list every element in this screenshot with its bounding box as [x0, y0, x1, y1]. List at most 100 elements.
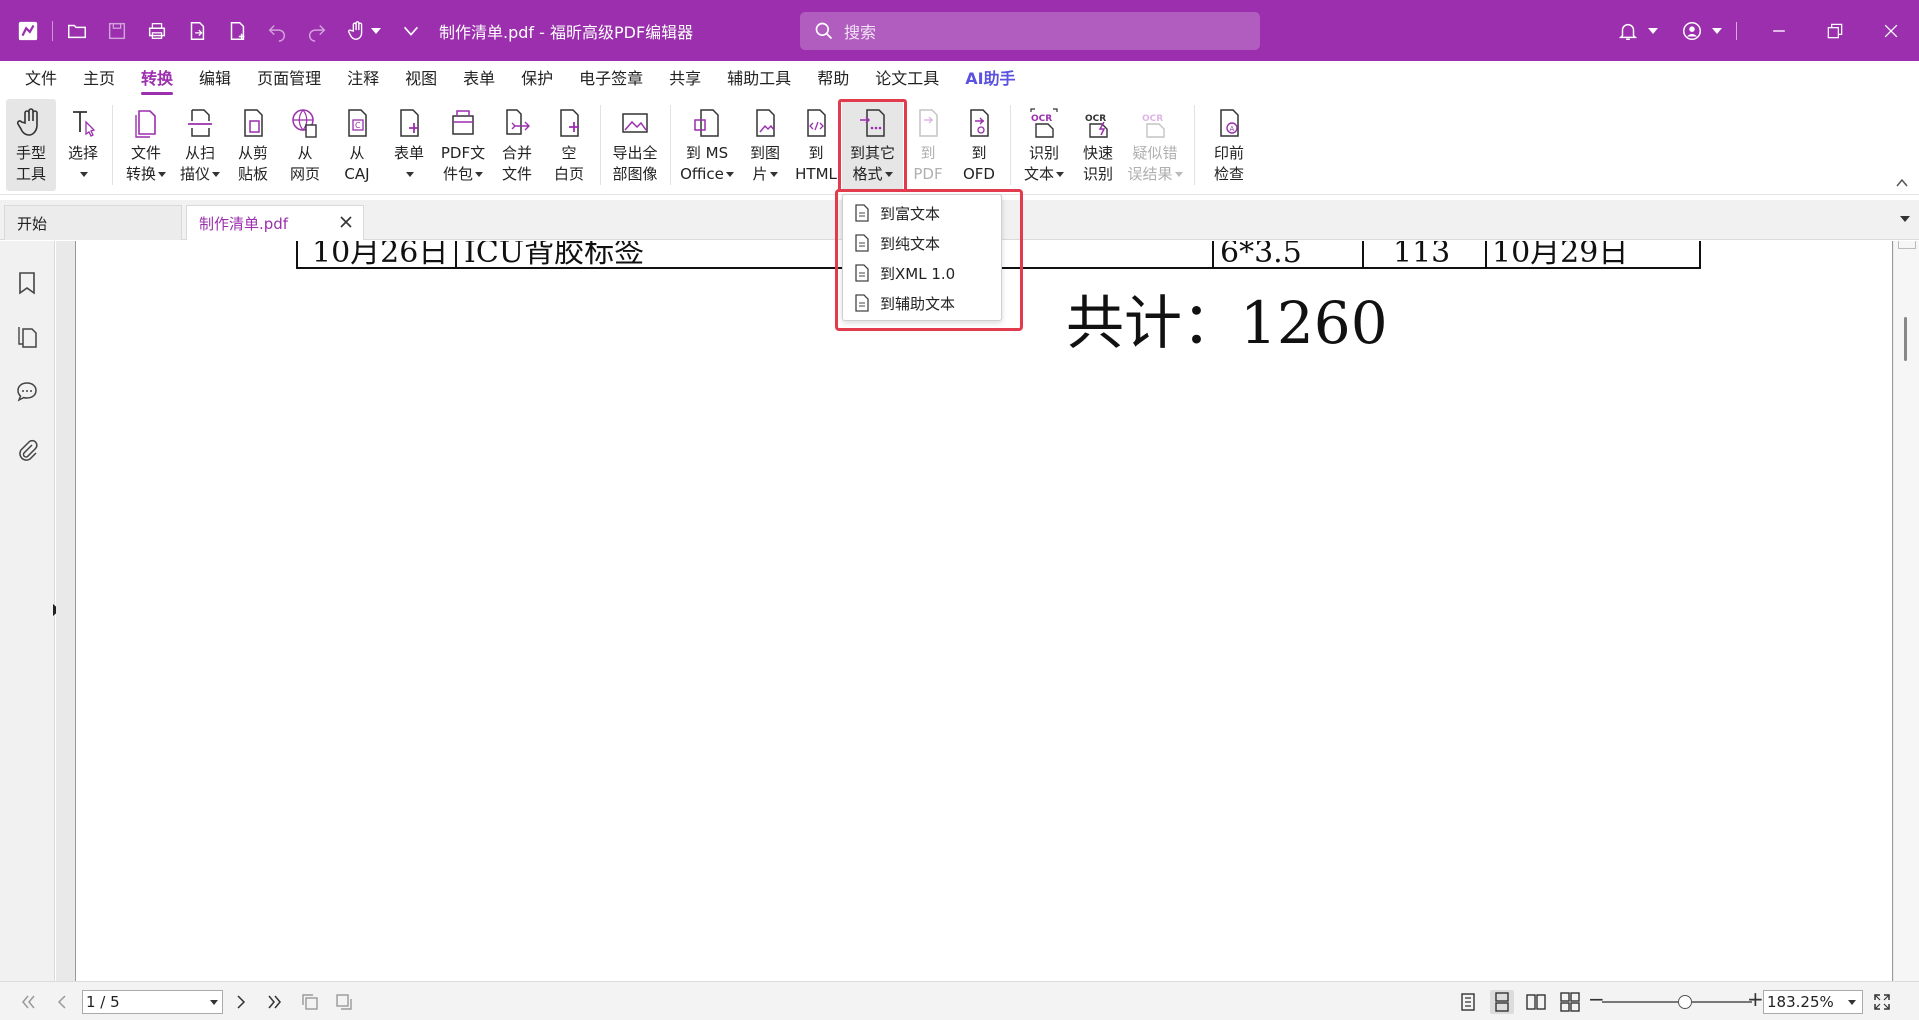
menu-accessibility[interactable]: 辅助工具 [718, 61, 800, 97]
scrollbar-top-cap [1898, 241, 1916, 249]
next-page-icon[interactable] [229, 990, 253, 1014]
menu-view[interactable]: 视图 [396, 61, 446, 97]
from-web-button[interactable]: 从 网页 [282, 99, 328, 191]
ocr-text-label-2: 文本 [1023, 165, 1054, 183]
form-caret-icon [406, 172, 414, 177]
zoom-out-icon[interactable]: − [1588, 987, 1605, 1011]
tab-list-chevron-down-icon[interactable] [1899, 214, 1911, 224]
highlight-box-dropdown [835, 189, 1023, 331]
print-icon[interactable] [137, 11, 177, 51]
save-icon[interactable] [97, 11, 137, 51]
export-images-button[interactable]: 导出全 部图像 [606, 99, 664, 191]
new-icon[interactable] [217, 11, 257, 51]
menu-ai-assistant[interactable]: AI助手 [956, 61, 1024, 97]
continuous-view-icon[interactable] [1490, 990, 1514, 1014]
redo-icon[interactable] [297, 11, 337, 51]
menu-home[interactable]: 主页 [74, 61, 124, 97]
zoom-dropdown-icon[interactable] [1848, 1000, 1856, 1005]
close-tab-icon[interactable] [337, 213, 355, 231]
single-page-view-icon[interactable] [1456, 990, 1480, 1014]
quick-ocr-button[interactable]: OCR 快速 识别 [1074, 99, 1122, 191]
customize-toolbar-icon[interactable] [391, 11, 431, 51]
pdf-package-button[interactable]: PDF文 件包 [436, 99, 490, 191]
from-scanner-button[interactable]: 从扫 描仪 [174, 99, 226, 191]
menu-edit[interactable]: 编辑 [190, 61, 240, 97]
scanner-icon [182, 103, 218, 143]
account-caret-icon[interactable] [1712, 27, 1722, 34]
open-icon[interactable] [57, 11, 97, 51]
pages-icon[interactable] [13, 323, 41, 351]
merge-files-button[interactable]: 合并 文件 [492, 99, 542, 191]
first-page-icon[interactable] [16, 990, 40, 1014]
ocr-text-button[interactable]: OCR 识别 文本 [1018, 99, 1070, 191]
comments-icon[interactable] [13, 378, 41, 406]
two-page-continuous-view-icon[interactable] [1558, 990, 1582, 1014]
document-canvas[interactable]: 10月26日 ICU背胶标签 6*3.5 113 10月29日 共计：1260 [56, 241, 1894, 981]
blank-page-button[interactable]: 空 白页 [546, 99, 592, 191]
to-ms-office-button[interactable]: 到 MS Office [678, 99, 736, 191]
svg-text:OCR: OCR [1142, 114, 1163, 124]
menu-comment[interactable]: 注释 [338, 61, 388, 97]
file-convert-button[interactable]: 文件 转换 [120, 99, 172, 191]
notification-caret-icon[interactable] [1648, 27, 1658, 34]
menu-convert[interactable]: 转换 [132, 61, 182, 97]
select-button[interactable]: 选择 [60, 99, 106, 191]
account-icon[interactable] [1672, 11, 1712, 51]
form-button[interactable]: 表单 [386, 99, 432, 191]
previous-page-icon[interactable] [50, 990, 74, 1014]
menu-e-signature[interactable]: 电子签章 [570, 61, 652, 97]
menu-help[interactable]: 帮助 [808, 61, 858, 97]
scrollbar-thumb[interactable] [1904, 317, 1907, 361]
page-number-input[interactable]: 1 / 5 [82, 990, 223, 1014]
to-image-button[interactable]: 到图 片 [742, 99, 788, 191]
to-ofd-button[interactable]: 到 OFD [956, 99, 1002, 191]
suspect-errors-button[interactable]: OCR 疑似错 误结果 [1126, 99, 1184, 191]
close-icon[interactable] [1863, 0, 1919, 61]
zoom-in-icon[interactable]: + [1747, 987, 1764, 1011]
next-view-icon[interactable] [332, 990, 356, 1014]
menu-page-manage[interactable]: 页面管理 [248, 61, 330, 97]
menu-form[interactable]: 表单 [454, 61, 504, 97]
page-dropdown-icon[interactable] [210, 1000, 218, 1005]
ms-office-icon [689, 103, 725, 143]
app-logo-icon[interactable] [8, 11, 48, 51]
globe-icon [287, 103, 323, 143]
to-ms-office-label-2: Office [680, 165, 724, 183]
caj-icon: C [339, 103, 375, 143]
tab-start[interactable]: 开始 [4, 205, 182, 240]
preflight-button[interactable]: A 印前 检查 [1204, 99, 1254, 191]
hand-mode-caret-icon[interactable] [371, 27, 381, 34]
to-pdf-button[interactable]: 到 PDF [906, 99, 950, 191]
zoom-slider-thumb[interactable] [1677, 995, 1692, 1009]
undo-icon[interactable] [257, 11, 297, 51]
tab-document[interactable]: 制作清单.pdf [186, 205, 364, 240]
last-page-icon[interactable] [263, 990, 287, 1014]
ribbon-divider [112, 105, 113, 185]
minimize-icon[interactable] [1751, 0, 1807, 61]
two-page-view-icon[interactable] [1524, 990, 1548, 1014]
attachment-icon[interactable] [13, 436, 41, 464]
to-ofd-icon [961, 103, 997, 143]
previous-view-icon[interactable] [298, 990, 322, 1014]
zoom-input[interactable]: 183.25% [1763, 990, 1863, 1014]
window-title: 制作清单.pdf - 福昕高级PDF编辑器 [439, 22, 694, 42]
pdf-package-label-1: PDF文 [440, 144, 486, 162]
bell-icon[interactable] [1608, 11, 1648, 51]
menu-protect[interactable]: 保护 [512, 61, 562, 97]
vertical-scrollbar[interactable] [1894, 241, 1919, 981]
from-caj-button[interactable]: C 从 CAJ [334, 99, 380, 191]
menu-share[interactable]: 共享 [660, 61, 710, 97]
ribbon-divider [1010, 105, 1011, 185]
to-html-button[interactable]: 到 HTML [792, 99, 840, 191]
collapse-ribbon-icon[interactable] [1895, 176, 1909, 190]
menu-paper-tools[interactable]: 论文工具 [866, 61, 948, 97]
search-box[interactable]: 搜索 [800, 12, 1260, 50]
from-clipboard-button[interactable]: 从剪 贴板 [230, 99, 276, 191]
fullscreen-icon[interactable] [1870, 990, 1894, 1014]
menu-file[interactable]: 文件 [16, 61, 66, 97]
hand-tool-button[interactable]: 手型 工具 [6, 99, 56, 191]
cell-divider [1485, 241, 1487, 267]
export-icon[interactable] [177, 11, 217, 51]
bookmark-icon[interactable] [13, 269, 41, 297]
restore-icon[interactable] [1807, 0, 1863, 61]
